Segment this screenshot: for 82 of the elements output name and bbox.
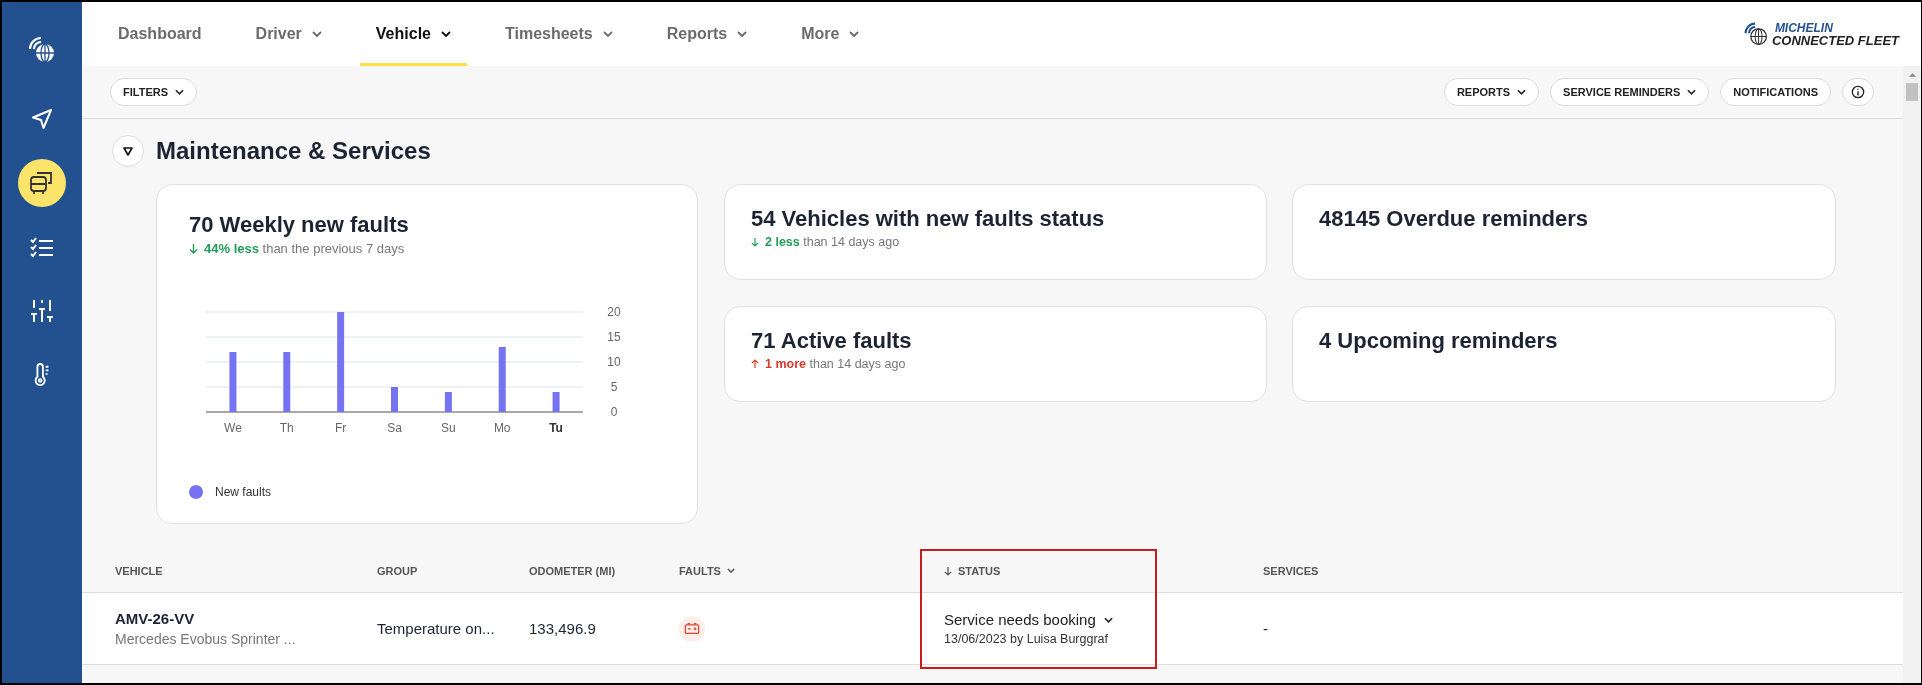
sliders-icon xyxy=(29,298,55,324)
chevron-down-icon xyxy=(737,31,748,37)
bar xyxy=(391,387,398,412)
checklist-icon xyxy=(29,235,55,259)
column-header[interactable]: STATUS xyxy=(944,549,1263,592)
globe-signal-icon xyxy=(1742,21,1769,47)
sort-arrow-icon xyxy=(944,565,952,576)
card-title: 4 Upcoming reminders xyxy=(1319,328,1559,354)
axis-tick-label: 15 xyxy=(607,330,621,344)
chevron-down-icon xyxy=(602,31,613,37)
scrollbar-thumb[interactable] xyxy=(1906,83,1918,101)
collapse-toggle-button[interactable] xyxy=(112,135,144,167)
bar xyxy=(283,352,291,412)
trend-text: 2 less than 14 days ago xyxy=(765,235,900,249)
column-header[interactable]: SERVICES xyxy=(1263,549,1903,592)
odometer-cell: 133,496.9 xyxy=(529,620,596,637)
filters-button[interactable]: FILTERS xyxy=(110,78,197,106)
card-title: 54 Vehicles with new faults status xyxy=(751,206,1106,232)
sidebar-item[interactable] xyxy=(18,159,66,207)
status-detail: 13/06/2023 by Luisa Burggraf xyxy=(944,632,1108,646)
bar xyxy=(444,392,452,412)
axis-label: Sa xyxy=(387,421,402,435)
status-dropdown[interactable]: Service needs booking xyxy=(944,611,1113,628)
group-cell: Temperature on... xyxy=(377,620,495,637)
section-title: Maintenance & Services xyxy=(156,137,431,165)
table-row[interactable] xyxy=(82,592,1903,665)
logo-text: MICHELIN xyxy=(1773,21,1834,34)
axis-label: Su xyxy=(441,421,456,435)
nav-tab[interactable]: Reports xyxy=(650,2,764,66)
chevron-down-icon xyxy=(849,31,860,37)
axis-tick-label: 0 xyxy=(610,405,618,419)
stat-card[interactable]: 48145 Overdue reminders xyxy=(1292,184,1836,280)
globe-signal-icon[interactable] xyxy=(27,35,57,65)
nav-tab[interactable]: Driver xyxy=(239,2,338,66)
card-title: 48145 Overdue reminders xyxy=(1319,206,1590,232)
chevron-down-icon xyxy=(1687,89,1697,95)
toolbar-button[interactable]: NOTIFICATIONS xyxy=(1720,78,1831,106)
chevron-down-icon xyxy=(441,31,451,37)
nav-tab[interactable]: More xyxy=(785,2,876,66)
vehicle-model: Mercedes Evobus Sprinter ... xyxy=(115,631,296,647)
toolbar-button[interactable]: REPORTS xyxy=(1443,78,1540,106)
trend-text: 44% less than the previous 7 days xyxy=(204,241,405,256)
stat-card[interactable]: 54 Vehicles with new faults status 2 less than 14 days ago xyxy=(724,184,1267,280)
card-title: 71 Active faults xyxy=(751,328,913,354)
axis-tick-label: 20 xyxy=(607,305,621,319)
axis-label: Fr xyxy=(335,421,347,435)
services-cell: - xyxy=(1263,620,1268,637)
scrollbar[interactable] xyxy=(1903,66,1921,683)
logo-text: CONNECTED FLEET xyxy=(1771,33,1899,47)
axis-tick-label: 10 xyxy=(607,355,621,369)
bar xyxy=(498,347,506,412)
column-header[interactable]: FAULTS xyxy=(679,549,944,592)
column-header[interactable]: VEHICLE xyxy=(115,549,377,592)
vehicle-registration: AMV-26-VV xyxy=(115,610,195,627)
triangle-icon xyxy=(123,146,133,156)
nav-tab[interactable]: Timesheets xyxy=(489,2,629,66)
stat-card[interactable]: 4 Upcoming reminders xyxy=(1292,306,1836,402)
column-header[interactable]: ODOMETER (MI) xyxy=(529,549,679,592)
chevron-down-icon xyxy=(1517,89,1527,95)
chevron-down-icon xyxy=(726,568,735,573)
nav-tab[interactable]: Vehicle xyxy=(359,2,467,66)
chevron-down-icon xyxy=(311,31,322,37)
bar xyxy=(229,352,237,412)
chevron-down-icon xyxy=(175,89,184,95)
legend-label: New faults xyxy=(215,485,272,499)
scroll-up-icon xyxy=(1907,72,1917,78)
info-button[interactable] xyxy=(1842,78,1874,106)
axis-tick-label: 5 xyxy=(610,380,618,394)
axis-label: Tu xyxy=(549,421,563,435)
toolbar-button[interactable]: SERVICE REMINDERS xyxy=(1550,78,1710,106)
stat-card[interactable]: 71 Active faults 1 more than 14 days ago xyxy=(724,306,1267,402)
chevron-down-icon xyxy=(1103,616,1113,623)
bar xyxy=(552,392,560,412)
axis-label: We xyxy=(224,421,242,435)
trend-text: 1 more than 14 days ago xyxy=(765,357,906,371)
nav-tab[interactable]: Dashboard xyxy=(102,2,218,66)
navigation-arrow-icon xyxy=(30,107,54,131)
card-title: 70 Weekly new faults xyxy=(189,212,410,238)
axis-label: Mo xyxy=(493,421,511,435)
column-header[interactable]: GROUP xyxy=(377,549,529,592)
axis-label: Th xyxy=(279,421,294,435)
info-icon xyxy=(1851,85,1865,99)
